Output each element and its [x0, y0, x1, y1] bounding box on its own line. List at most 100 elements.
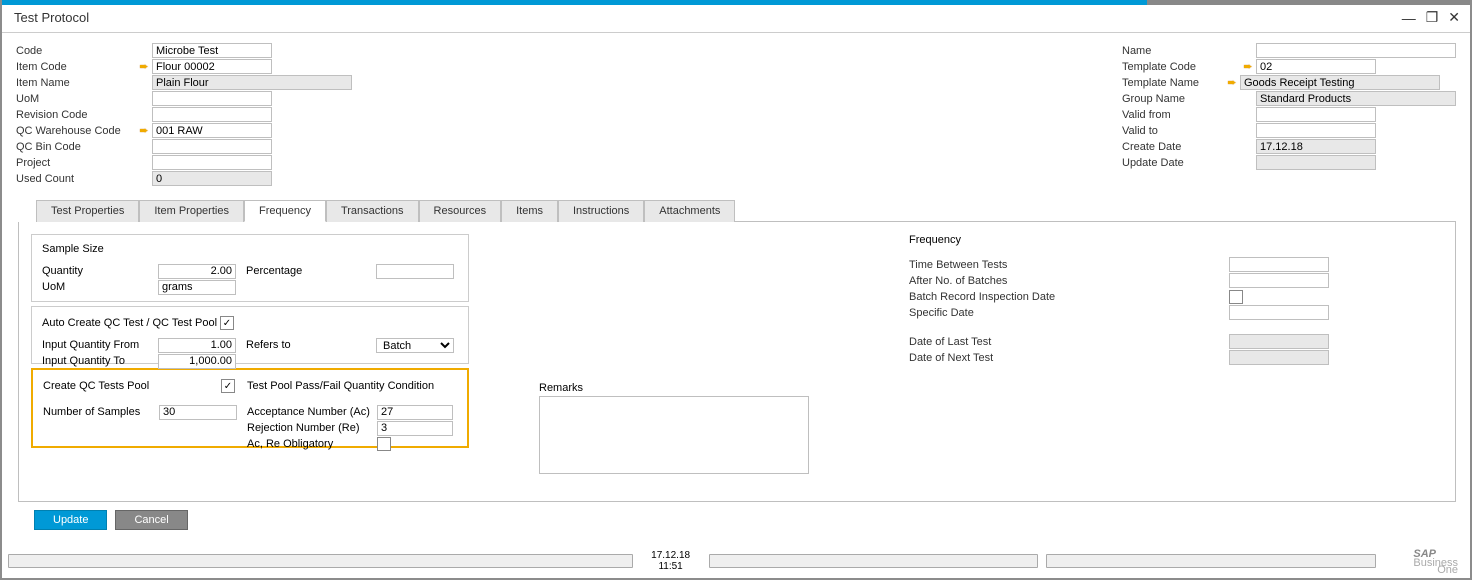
valid-to-input[interactable]	[1256, 123, 1376, 138]
auto-create-label: Auto Create QC Test / QC Test Pool	[42, 317, 220, 329]
create-date-input	[1256, 139, 1376, 154]
link-arrow-icon[interactable]	[1224, 76, 1240, 89]
code-input[interactable]	[152, 43, 272, 58]
link-arrow-icon[interactable]	[1240, 60, 1256, 73]
create-pool-checkbox[interactable]: ✓	[221, 379, 235, 393]
num-samples-input[interactable]	[159, 405, 237, 420]
ac-input[interactable]	[377, 405, 453, 420]
refers-to-select[interactable]: Batch	[376, 338, 454, 353]
percentage-input[interactable]	[376, 264, 454, 279]
project-input[interactable]	[152, 155, 272, 170]
tab-item-properties[interactable]: Item Properties	[139, 200, 244, 222]
remarks-label: Remarks	[539, 382, 583, 394]
status-bar: 17.12.18 11:51	[8, 550, 1464, 572]
after-batches-label: After No. of Batches	[909, 275, 1089, 287]
specific-date-input[interactable]	[1229, 305, 1329, 320]
update-date-label: Update Date	[1122, 157, 1240, 169]
num-samples-label: Number of Samples	[43, 406, 159, 418]
input-qty-from[interactable]	[158, 338, 236, 353]
after-batches-input[interactable]	[1229, 273, 1329, 288]
item-code-input[interactable]	[152, 59, 272, 74]
qc-warehouse-input[interactable]	[152, 123, 272, 138]
input-qty-from-label: Input Quantity From	[42, 339, 158, 351]
tab-items[interactable]: Items	[501, 200, 558, 222]
title-bar: Test Protocol — ❐ ✕	[2, 5, 1470, 33]
auto-create-checkbox[interactable]: ✓	[220, 316, 234, 330]
qc-bin-label: QC Bin Code	[16, 141, 136, 153]
re-label: Rejection Number (Re)	[247, 422, 377, 434]
status-time: 11:51	[641, 561, 701, 572]
re-input[interactable]	[377, 421, 453, 436]
time-between-label: Time Between Tests	[909, 259, 1089, 271]
tab-frequency[interactable]: Frequency	[244, 200, 326, 222]
uom-input[interactable]	[152, 91, 272, 106]
batch-record-date-checkbox[interactable]	[1229, 290, 1243, 304]
qc-tests-pool-panel: Create QC Tests Pool ✓ Number of Samples…	[31, 368, 469, 448]
quantity-label: Quantity	[42, 265, 158, 277]
update-button[interactable]: Update	[34, 510, 107, 530]
sample-uom-input[interactable]	[158, 280, 236, 295]
sap-logo: SAPBusinessOne	[1413, 544, 1458, 574]
date-next-test-input	[1229, 350, 1329, 365]
input-qty-to[interactable]	[158, 354, 236, 369]
name-input[interactable]	[1256, 43, 1456, 58]
template-code-input[interactable]	[1256, 59, 1376, 74]
status-right	[1046, 554, 1376, 568]
sample-uom-label: UoM	[42, 281, 158, 293]
tab-test-properties[interactable]: Test Properties	[36, 200, 139, 222]
qc-warehouse-label: QC Warehouse Code	[16, 125, 136, 137]
link-arrow-icon[interactable]	[136, 60, 152, 73]
template-code-label: Template Code	[1122, 61, 1240, 73]
date-next-test-label: Date of Next Test	[909, 352, 1089, 364]
percentage-label: Percentage	[246, 265, 376, 277]
tab-attachments[interactable]: Attachments	[644, 200, 735, 222]
tab-strip: Test Properties Item Properties Frequenc…	[36, 200, 1456, 222]
tab-panel-frequency: Sample Size Quantity UoM Percentage	[18, 222, 1456, 502]
remarks-textarea[interactable]	[539, 396, 809, 474]
frequency-title: Frequency	[909, 234, 1329, 246]
used-count-label: Used Count	[16, 173, 136, 185]
project-label: Project	[16, 157, 136, 169]
time-between-input[interactable]	[1229, 257, 1329, 272]
status-left	[8, 554, 633, 568]
tab-resources[interactable]: Resources	[419, 200, 502, 222]
item-code-label: Item Code	[16, 61, 136, 73]
frequency-section: Frequency Time Between Tests After No. o…	[909, 234, 1329, 474]
input-qty-to-label: Input Quantity To	[42, 355, 158, 367]
cancel-button[interactable]: Cancel	[115, 510, 187, 530]
group-name-label: Group Name	[1122, 93, 1240, 105]
quantity-input[interactable]	[158, 264, 236, 279]
tab-transactions[interactable]: Transactions	[326, 200, 419, 222]
oblig-label: Ac, Re Obligatory	[247, 438, 377, 450]
minimize-icon[interactable]: —	[1402, 10, 1416, 26]
code-label: Code	[16, 45, 136, 57]
tab-instructions[interactable]: Instructions	[558, 200, 644, 222]
uom-label: UoM	[16, 93, 136, 105]
close-icon[interactable]: ✕	[1448, 9, 1460, 26]
specific-date-label: Specific Date	[909, 307, 1089, 319]
batch-record-date-label: Batch Record Inspection Date	[909, 291, 1089, 303]
maximize-icon[interactable]: ❐	[1426, 9, 1439, 26]
link-arrow-icon[interactable]	[136, 124, 152, 137]
template-name-label: Template Name	[1122, 77, 1240, 89]
update-date-input	[1256, 155, 1376, 170]
header-left: Code Item Code Item Name UoM Revision Co…	[16, 43, 352, 186]
used-count-input	[152, 171, 272, 186]
status-mid	[709, 554, 1039, 568]
window-title: Test Protocol	[14, 10, 89, 25]
valid-from-label: Valid from	[1122, 109, 1240, 121]
window-controls: — ❐ ✕	[1402, 9, 1460, 26]
group-name-input	[1256, 91, 1456, 106]
revision-input[interactable]	[152, 107, 272, 122]
create-pool-label: Create QC Tests Pool	[43, 380, 221, 392]
revision-label: Revision Code	[16, 109, 136, 121]
item-name-label: Item Name	[16, 77, 136, 89]
refers-to-label: Refers to	[246, 339, 376, 351]
header-right: Name Template Code Template Name Group N…	[1122, 43, 1456, 186]
ac-label: Acceptance Number (Ac)	[247, 406, 377, 418]
qc-bin-input[interactable]	[152, 139, 272, 154]
oblig-checkbox[interactable]	[377, 437, 391, 451]
status-date: 17.12.18	[641, 550, 701, 561]
valid-from-input[interactable]	[1256, 107, 1376, 122]
name-label: Name	[1122, 45, 1240, 57]
